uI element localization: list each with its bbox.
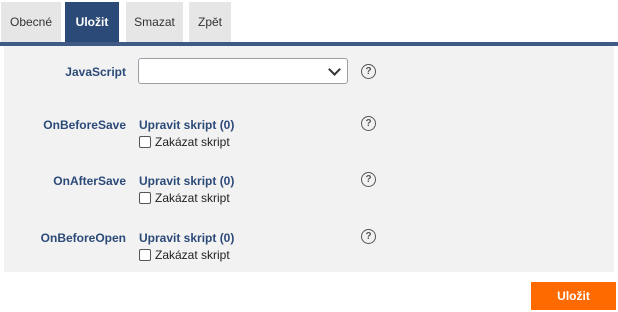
onaftersave-edit-script-link[interactable]: Upravit skript (0) — [139, 174, 234, 188]
tab-obecne[interactable]: Obecné — [1, 2, 61, 42]
question-circle-icon[interactable]: ? — [361, 64, 376, 79]
onbeforeopen-edit-script-link[interactable]: Upravit skript (0) — [139, 231, 234, 245]
question-circle-icon[interactable]: ? — [361, 116, 376, 131]
checkbox[interactable] — [139, 249, 151, 261]
onaftersave-label: OnAfterSave — [53, 174, 126, 188]
javascript-label: JavaScript — [65, 65, 126, 79]
checkbox-label: Zakázat skript — [155, 135, 230, 149]
onbeforesave-label: OnBeforeSave — [43, 118, 126, 132]
checkbox-label: Zakázat skript — [155, 191, 230, 205]
save-button[interactable]: Uložit — [531, 282, 616, 310]
checkbox[interactable] — [139, 192, 151, 204]
tab-ulozit[interactable]: Uložit — [65, 2, 119, 42]
onbeforeopen-label: OnBeforeOpen — [40, 231, 126, 245]
onaftersave-disable-checkbox[interactable]: Zakázat skript — [139, 191, 230, 205]
onbeforesave-disable-checkbox[interactable]: Zakázat skript — [139, 135, 230, 149]
chevron-down-icon — [328, 63, 341, 76]
question-circle-icon[interactable]: ? — [361, 172, 376, 187]
onbeforeopen-disable-checkbox[interactable]: Zakázat skript — [139, 248, 230, 262]
onbeforesave-edit-script-link[interactable]: Upravit skript (0) — [139, 118, 234, 132]
checkbox-label: Zakázat skript — [155, 248, 230, 262]
tab-smazat[interactable]: Smazat — [126, 2, 183, 42]
question-circle-icon[interactable]: ? — [361, 229, 376, 244]
tab-zpet[interactable]: Zpět — [189, 2, 231, 42]
javascript-select[interactable] — [138, 58, 348, 84]
tab-bar: Obecné Uložit Smazat Zpět — [0, 0, 618, 46]
checkbox[interactable] — [139, 136, 151, 148]
